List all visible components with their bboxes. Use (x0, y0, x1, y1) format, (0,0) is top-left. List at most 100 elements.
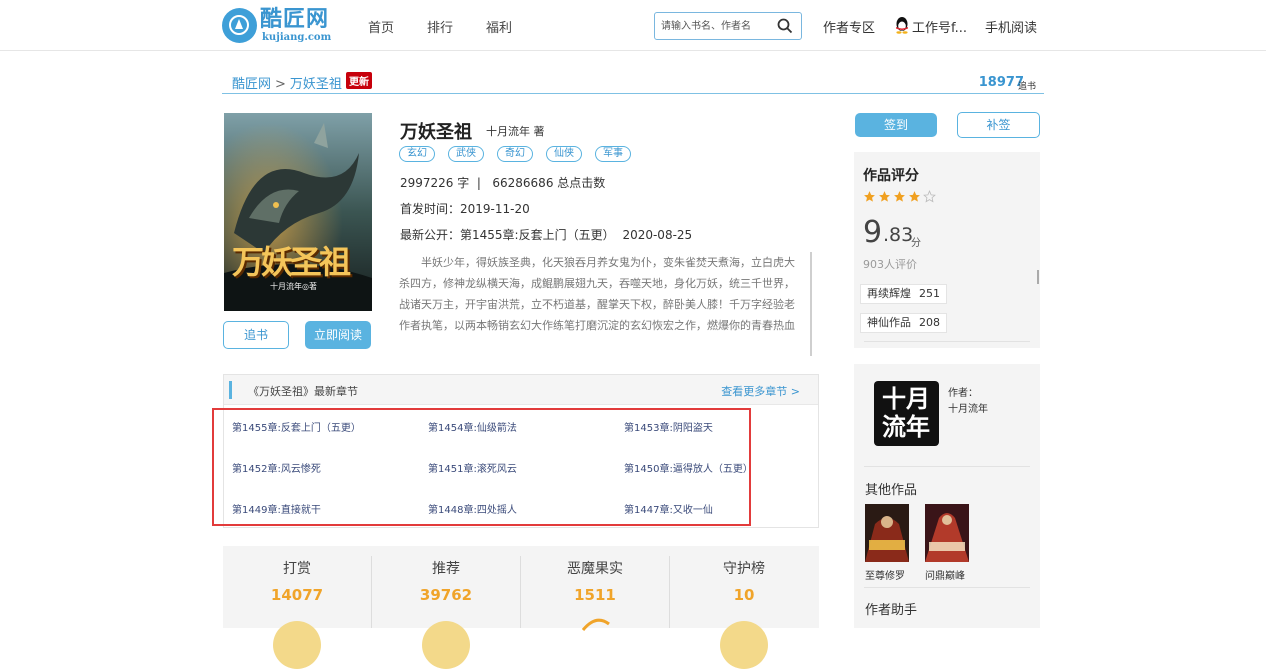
rating-scrollbar[interactable] (1037, 270, 1039, 284)
book-description: 半妖少年，得妖族圣典，化天狼吞月养女鬼为仆，变朱雀焚天煮海，立白虎大杀四方，修神… (399, 256, 795, 332)
stat-value: 39762 (419, 586, 473, 604)
resign-button[interactable]: 补签 (957, 112, 1040, 138)
genre-tag[interactable]: 奇幻 (497, 146, 533, 162)
divider (864, 466, 1030, 467)
other-work-cover-art (925, 504, 969, 562)
author-avatar-text: 十月流年 (882, 384, 930, 441)
stat-label: 恶魔果实 (567, 561, 623, 577)
badge-name: 神仙作品 (867, 316, 911, 329)
book-title: 万妖圣祖 (400, 122, 472, 143)
follow-count-unit: 追书 (1017, 82, 1036, 92)
logo-icon (222, 8, 257, 43)
chapter-link[interactable]: 第1450章:逼得放人（五更） (624, 460, 753, 475)
chapter-link[interactable]: 第1448章:四处摇人 (428, 501, 517, 516)
search-icon[interactable] (777, 18, 793, 34)
section-accent-bar (229, 381, 232, 399)
logo-domain: kujiang.com (262, 32, 332, 43)
top-nav-bar: 酷匠网 kujiang.com 首页 排行 福利 作者专区 工作号f... 手机… (0, 0, 1266, 51)
latest-chapter-link[interactable]: 第1455章:反套上门（五更） (460, 228, 615, 242)
genre-tag[interactable]: 仙侠 (546, 146, 582, 162)
site-logo[interactable]: 酷匠网 kujiang.com (222, 7, 332, 45)
breadcrumb: 酷匠网 > 万妖圣祖 更新 18977 追书 (222, 70, 1044, 94)
follow-book-button[interactable]: 追书 (223, 321, 289, 349)
other-work-cover-art (865, 504, 909, 562)
word-click-count: 2997226 字 | 66286686 总点击数 (400, 176, 606, 190)
update-badge: 更新 (346, 72, 372, 89)
star-empty-icon (923, 190, 936, 203)
latest-chapters-title: 《万妖圣祖》最新章节 (248, 385, 358, 398)
latest-chapter-label: 最新公开： (400, 228, 461, 242)
reward-icon (273, 621, 321, 669)
more-chapters-link[interactable]: 查看更多章节 > (721, 383, 800, 399)
other-work-title[interactable]: 至尊修罗 (865, 567, 905, 582)
other-works-title: 其他作品 (865, 483, 918, 498)
star-rating (863, 190, 936, 203)
logo-text: 酷匠网 (260, 7, 330, 32)
user-account-link[interactable]: 工作号f... (912, 17, 967, 36)
rating-panel: 作品评分 9 .83 分 903人评价 再续辉煌 251 神仙作品 208 (854, 152, 1040, 348)
chapter-link[interactable]: 第1449章:直接就干 (232, 501, 321, 516)
star-filled-icon (909, 191, 920, 202)
author-name[interactable]: 十月流年 (948, 400, 988, 415)
breadcrumb-book[interactable]: 万妖圣祖 (290, 77, 342, 92)
breadcrumb-home[interactable]: 酷匠网 (232, 77, 271, 92)
score-decimal: .83 (883, 224, 914, 246)
nav-ranking[interactable]: 排行 (427, 17, 453, 36)
stat-label: 推荐 (432, 561, 460, 577)
other-work-cover[interactable] (925, 504, 969, 562)
rating-title: 作品评分 (863, 168, 919, 184)
author-avatar[interactable]: 十月流年 (874, 381, 939, 446)
divider (864, 587, 1030, 588)
book-cover[interactable]: 万妖圣祖 十月流年◎著 (224, 113, 372, 311)
star-filled-icon (864, 191, 875, 202)
latest-chapters-header: 《万妖圣祖》最新章节 查看更多章节 > (224, 375, 818, 405)
chapter-link[interactable]: 第1447章:又收一仙 (624, 501, 713, 516)
latest-chapter-line: 最新公开：第1455章:反套上门（五更） 2020-08-25 (400, 226, 692, 243)
stat-value: 14077 (270, 586, 324, 604)
genre-tag[interactable]: 军事 (595, 146, 631, 162)
stat-recommend[interactable]: 推荐 39762 (372, 546, 520, 669)
genre-tags: 玄幻 武侠 奇幻 仙侠 军事 (399, 146, 631, 162)
sign-in-button[interactable]: 签到 (855, 113, 937, 137)
score-integer: 9 (863, 215, 883, 250)
genre-tag[interactable]: 武侠 (448, 146, 484, 162)
book-cover-title: 万妖圣祖 (232, 243, 351, 281)
read-now-button[interactable]: 立即阅读 (305, 321, 371, 349)
badge-name: 再续辉煌 (867, 287, 911, 300)
star-filled-icon (894, 191, 905, 202)
book-author[interactable]: 十月流年 著 (486, 123, 545, 139)
chapter-link[interactable]: 第1452章:风云惨死 (232, 460, 321, 475)
stat-label: 打赏 (283, 561, 311, 577)
qq-penguin-icon (896, 17, 908, 34)
mobile-read-link[interactable]: 手机阅读 (985, 17, 1037, 36)
chapter-link[interactable]: 第1455章:反套上门（五更） (232, 419, 361, 434)
devil-fruit-icon (581, 618, 610, 631)
fan-badge[interactable]: 再续辉煌 251 (860, 284, 947, 304)
chapter-link[interactable]: 第1451章:滚死风云 (428, 460, 517, 475)
chapter-link[interactable]: 第1454章:仙级箭法 (428, 419, 517, 434)
stat-label: 守护榜 (723, 561, 765, 577)
author-label: 作者： (948, 388, 978, 399)
badge-count: 251 (919, 287, 940, 300)
author-zone-link[interactable]: 作者专区 (823, 17, 875, 36)
guardian-icon (720, 621, 768, 669)
book-cover-author: 十月流年◎著 (270, 282, 317, 291)
star-filled-icon (879, 191, 890, 202)
stat-reward[interactable]: 打赏 14077 (223, 546, 371, 669)
other-work-cover[interactable] (865, 504, 909, 562)
author-panel: 十月流年 作者： 十月流年 其他作品 至尊修罗 问鼎巅峰 作者助手 (854, 364, 1040, 628)
fan-badge[interactable]: 神仙作品 208 (860, 313, 947, 333)
other-work-title[interactable]: 问鼎巅峰 (925, 567, 965, 582)
search-input[interactable] (661, 19, 773, 34)
nav-welfare[interactable]: 福利 (486, 17, 512, 36)
stat-guardian[interactable]: 守护榜 10 (670, 546, 818, 669)
divider (864, 341, 1030, 342)
score-unit: 分 (911, 238, 921, 249)
chapter-link[interactable]: 第1453章:阴阳盗天 (624, 419, 713, 434)
first-published-date: 首发时间：2019-11-20 (400, 202, 530, 216)
genre-tag[interactable]: 玄幻 (399, 146, 435, 162)
description-scrollbar[interactable] (810, 252, 812, 356)
nav-home[interactable]: 首页 (368, 17, 394, 36)
latest-chapter-date: 2020-08-25 (622, 228, 693, 242)
stat-devil-fruit[interactable]: 恶魔果实 1511 (521, 546, 669, 631)
